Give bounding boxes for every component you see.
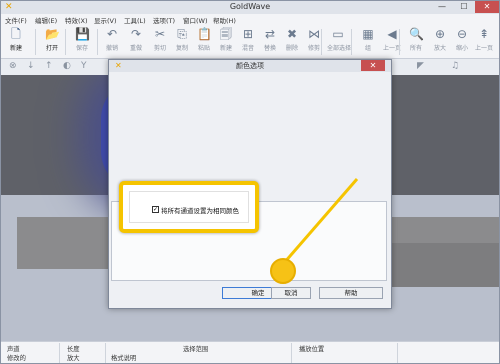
status-selection-label: 选择范围	[183, 346, 209, 353]
pointer-line	[282, 178, 359, 264]
status-playpos-label: 播放位置	[299, 346, 325, 353]
status-zoom: 放大	[67, 355, 80, 362]
status-bar: 声道 长度 选择范围 播放位置 修改的 放大 格式说明	[1, 341, 499, 363]
status-divider	[59, 343, 60, 363]
status-divider	[291, 343, 292, 363]
status-length-label: 长度	[67, 346, 80, 353]
goldwave-window: ✕ GoldWave — ☐ ✕ 文件(F) 编辑(E) 特效(X) 显示(V)…	[0, 0, 500, 364]
status-channel-label: 声道	[7, 346, 20, 353]
status-divider	[397, 343, 398, 363]
status-divider	[105, 343, 106, 363]
status-modified: 修改的	[7, 355, 26, 362]
click-indicator	[270, 258, 296, 284]
status-format: 格式说明	[111, 355, 137, 362]
